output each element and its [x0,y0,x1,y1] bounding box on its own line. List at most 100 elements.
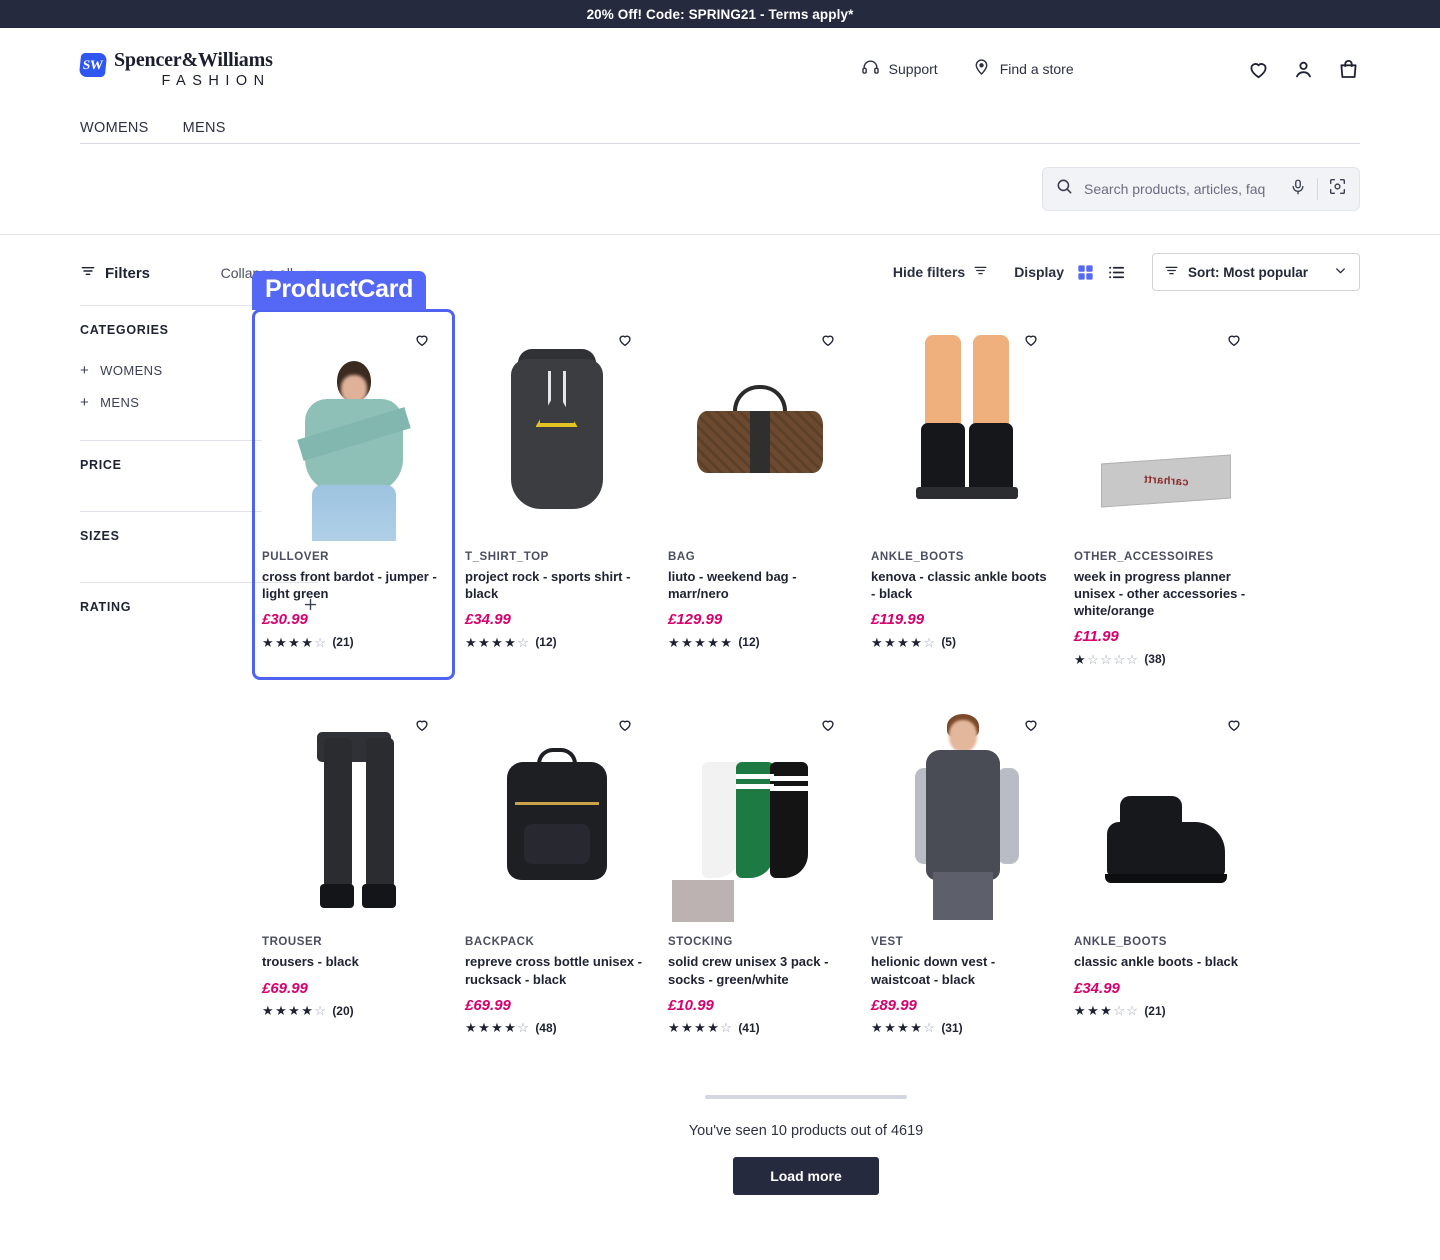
product-rating: ★★★★☆ (48) [465,1021,648,1035]
product-name[interactable]: classic ankle boots - black [1074,953,1257,970]
filter-section-sizes-title: SIZES [80,529,120,543]
wishlist-button[interactable] [610,327,640,357]
find-a-store-link[interactable]: Find a store [972,58,1074,80]
header-top-row: SW Spencer&Williams FASHION Support Find… [78,28,1360,110]
rating-count: (41) [738,1020,760,1035]
sort-dropdown[interactable]: Sort: Most popular [1152,253,1360,291]
product-category: VEST [871,936,904,949]
wishlist-button[interactable] [1219,712,1249,743]
product-thumbnail[interactable] [465,319,648,541]
rating-count: (31) [941,1020,963,1035]
rating-count: (21) [332,635,354,650]
product-thumbnail[interactable] [871,319,1054,541]
product-name[interactable]: trousers - black [262,953,445,970]
product-thumbnail[interactable] [668,319,851,541]
primary-nav: WOMENS MENS [80,110,1360,144]
load-more-button[interactable]: Load more [733,1156,879,1195]
wishlist-button[interactable] [407,327,437,357]
search-input[interactable] [1084,181,1279,197]
product-card[interactable]: ANKLE_BOOTS kenova - classic ankle boots… [861,309,1064,680]
rating-stars: ★★★☆☆ [1074,1003,1140,1019]
product-category: BACKPACK [465,936,535,949]
wishlist-button[interactable] [1219,327,1249,357]
filter-lines-icon [80,263,96,283]
rating-count: (38) [1144,652,1166,667]
product-card[interactable]: BAG liuto - weekend bag - marr/nero £129… [658,309,861,680]
product-card[interactable]: VEST helionic down vest - waistcoat - bl… [861,694,1064,1048]
microphone-icon[interactable] [1289,178,1307,201]
search-box[interactable] [1042,167,1360,211]
product-thumbnail[interactable] [262,319,445,541]
heart-icon [414,332,430,353]
listing-footer: You've seen 10 products out of 4619 Load… [252,1094,1360,1195]
products-seen-text: You've seen 10 products out of 4619 [688,1122,924,1139]
wishlist-button[interactable] [610,712,640,743]
product-card[interactable]: T_SHIRT_TOP project rock - sports shirt … [455,309,658,680]
rating-stars: ★★★★☆ [262,1003,328,1019]
product-category: T_SHIRT_TOP [465,551,549,563]
hide-filters-button[interactable]: Hide filters [893,263,988,281]
display-grid-icon[interactable] [1076,263,1095,282]
product-card[interactable]: ProductCard PULLOVER cross front bardot … [252,271,455,681]
site-header: SW Spencer&Williams FASHION Support Find… [0,28,1440,234]
header-actions [1247,58,1360,81]
display-list-icon[interactable] [1107,263,1126,282]
product-category: TROUSER [262,936,323,949]
bag-icon[interactable] [1337,58,1360,81]
visual-search-icon[interactable] [1328,177,1347,201]
wishlist-button[interactable] [1016,712,1046,743]
product-rating: ★★★☆☆ (21) [1074,1004,1257,1018]
nav-item-womens[interactable]: WOMENS [80,120,149,143]
brand-name: Spencer&Williams [114,49,273,71]
account-icon[interactable] [1292,58,1315,81]
wishlist-heart-icon[interactable] [1247,58,1270,81]
rating-stars: ★★★★☆ [871,634,937,650]
wishlist-button[interactable] [813,712,843,743]
product-name[interactable]: week in progress planner unisex - other … [1074,568,1257,619]
filter-section-price-title: PRICE [80,458,122,472]
wishlist-button[interactable] [407,712,437,743]
product-thumbnail[interactable] [668,704,851,927]
hide-filters-label: Hide filters [892,264,966,280]
rating-count: (12) [738,635,760,650]
search-icon [1055,177,1074,201]
progress-bar [705,1094,907,1099]
product-thumbnail[interactable] [465,704,648,927]
product-price: £129.99 [668,611,723,629]
product-card[interactable]: TROUSER trousers - black £69.99 ★★★★☆ (2… [252,694,455,1048]
product-name[interactable]: liuto - weekend bag - marr/nero [668,568,851,602]
product-name[interactable]: cross front bardot - jumper - light gree… [262,568,445,602]
support-link[interactable]: Support [861,58,938,80]
product-thumbnail[interactable] [871,704,1054,927]
product-rating: ★★★★☆ (21) [262,635,445,649]
wishlist-button[interactable] [1016,327,1046,357]
rating-stars: ★★★★☆ [668,1020,734,1036]
product-name[interactable]: repreve cross bottle unisex - rucksack -… [465,953,648,987]
product-card[interactable]: ANKLE_BOOTS classic ankle boots - black … [1064,694,1267,1048]
product-rating: ★☆☆☆☆ (38) [1074,652,1257,666]
product-thumbnail[interactable]: carhartt [1074,319,1257,541]
product-name[interactable]: solid crew unisex 3 pack - socks - green… [668,953,851,987]
filters-title-label: Filters [105,264,151,282]
product-category: BAG [668,551,696,563]
product-name[interactable]: project rock - sports shirt - black [465,568,648,602]
rating-stars: ★☆☆☆☆ [1074,651,1140,667]
rating-count: (12) [535,635,557,650]
nav-item-mens[interactable]: MENS [183,120,226,143]
product-thumbnail[interactable] [262,704,445,927]
product-card[interactable]: carhartt OTHER_ACCESSOIRES week in progr… [1064,309,1267,680]
product-thumbnail[interactable] [1074,704,1257,927]
product-name[interactable]: helionic down vest - waistcoat - black [871,953,1054,987]
filter-option-mens-label: MENS [100,394,140,410]
product-price: £119.99 [871,611,925,629]
product-card[interactable]: BACKPACK repreve cross bottle unisex - r… [455,694,658,1048]
heart-icon [1023,717,1039,738]
brand-logo[interactable]: SW Spencer&Williams FASHION [78,49,273,89]
product-card[interactable]: STOCKING solid crew unisex 3 pack - sock… [658,694,861,1048]
rating-count: (5) [941,635,956,650]
product-grid: ProductCard PULLOVER cross front bardot … [252,271,1360,1049]
heart-icon [414,717,430,738]
product-category: ANKLE_BOOTS [871,551,964,563]
product-name[interactable]: kenova - classic ankle boots - black [871,568,1054,602]
wishlist-button[interactable] [813,327,843,357]
